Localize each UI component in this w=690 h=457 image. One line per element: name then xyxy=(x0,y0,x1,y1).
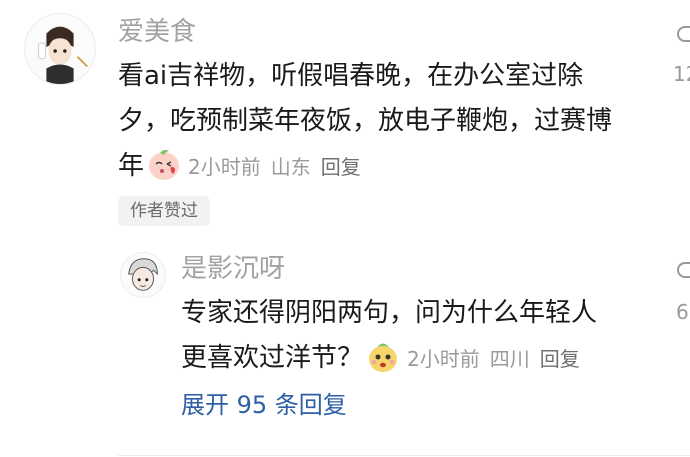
comment-text-line: 年 2小时前 山东 回复 xyxy=(118,144,612,189)
comment-time: 2小时前 xyxy=(188,155,261,179)
reply-text-line: 专家还得阴阳两句，问为什么年轻人 xyxy=(181,298,598,328)
comment-text-line: 夕，吃预制菜年夜饭，放电子鞭炮，过赛博 xyxy=(118,106,613,136)
commenter-username[interactable]: 爱美食 xyxy=(118,19,196,45)
reply-text-tail: 更喜欢过洋节？ xyxy=(181,343,364,373)
section-divider xyxy=(118,455,690,456)
comment-meta: 2小时前 山东 回复 xyxy=(188,155,371,179)
comment-location: 山东 xyxy=(270,155,311,179)
reply-text-line: 更喜欢过洋节？ 2小时前 四川 回复 xyxy=(181,336,597,381)
reply-meta: 2小时前 四川 回复 xyxy=(407,347,590,371)
author-liked-badge: 作者赞过 xyxy=(118,196,210,226)
comment-like-count: 12 xyxy=(673,62,690,86)
reply-username[interactable]: 是影沉呀 xyxy=(181,256,285,282)
comment-reply-button[interactable]: 回复 xyxy=(321,155,361,179)
comment-like-icon[interactable] xyxy=(677,26,690,42)
reply-reply-button[interactable]: 回复 xyxy=(540,347,580,371)
reply-avatar[interactable] xyxy=(120,252,166,298)
reply-like-icon[interactable] xyxy=(677,262,690,278)
comment-text: 看ai吉祥物，听假唱春晚，在办公室过除 夕，吃预制菜年夜饭，放电子鞭炮，过赛博 … xyxy=(118,54,612,189)
expand-replies-link[interactable]: 展开 95 条回复 xyxy=(181,393,347,417)
peach-face-emoji-icon xyxy=(365,338,401,374)
reply-text: 专家还得阴阳两句，问为什么年轻人 更喜欢过洋节？ 2小时前 四川 回复 xyxy=(181,291,597,381)
comment-text-line: 看ai吉祥物，听假唱春晚，在办公室过除 xyxy=(118,61,584,91)
comment-text-tail: 年 xyxy=(118,151,145,181)
peach-kiss-emoji-icon xyxy=(146,146,182,182)
reply-like-count: 6 xyxy=(676,300,689,324)
reply-location: 四川 xyxy=(489,347,530,371)
commenter-avatar[interactable] xyxy=(24,13,96,85)
reply-time: 2小时前 xyxy=(407,347,480,371)
